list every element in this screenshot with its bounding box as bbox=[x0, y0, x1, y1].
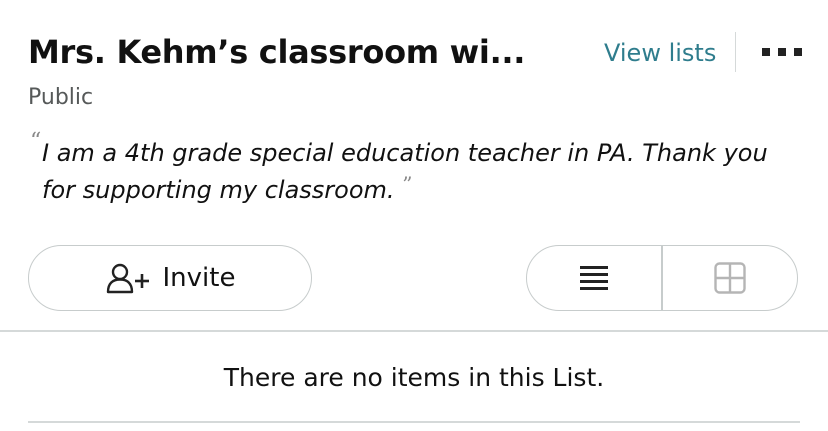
add-person-icon bbox=[106, 263, 149, 294]
view-toggle bbox=[526, 245, 798, 311]
invite-button[interactable]: Invite bbox=[28, 245, 312, 311]
grid-view-icon bbox=[714, 262, 746, 294]
privacy-label: Public bbox=[28, 85, 94, 110]
invite-label: Invite bbox=[162, 263, 236, 293]
section-divider bbox=[0, 330, 828, 332]
list-description: I am a 4th grade special education teach… bbox=[42, 135, 802, 209]
empty-list-message: There are no items in this List. bbox=[223, 363, 605, 392]
more-dots-icon bbox=[762, 48, 802, 56]
bottom-divider bbox=[28, 421, 800, 423]
list-view-button[interactable] bbox=[527, 246, 661, 310]
list-title: Mrs. Kehm’s classroom wi... bbox=[28, 33, 526, 71]
header-divider bbox=[735, 32, 736, 72]
list-view-icon bbox=[580, 266, 609, 290]
more-options-button[interactable] bbox=[760, 42, 804, 62]
close-quote-mark: ” bbox=[402, 172, 413, 196]
open-quote-mark: “ bbox=[30, 129, 42, 154]
grid-view-button[interactable] bbox=[663, 246, 797, 310]
view-lists-link[interactable]: View lists bbox=[604, 37, 716, 69]
